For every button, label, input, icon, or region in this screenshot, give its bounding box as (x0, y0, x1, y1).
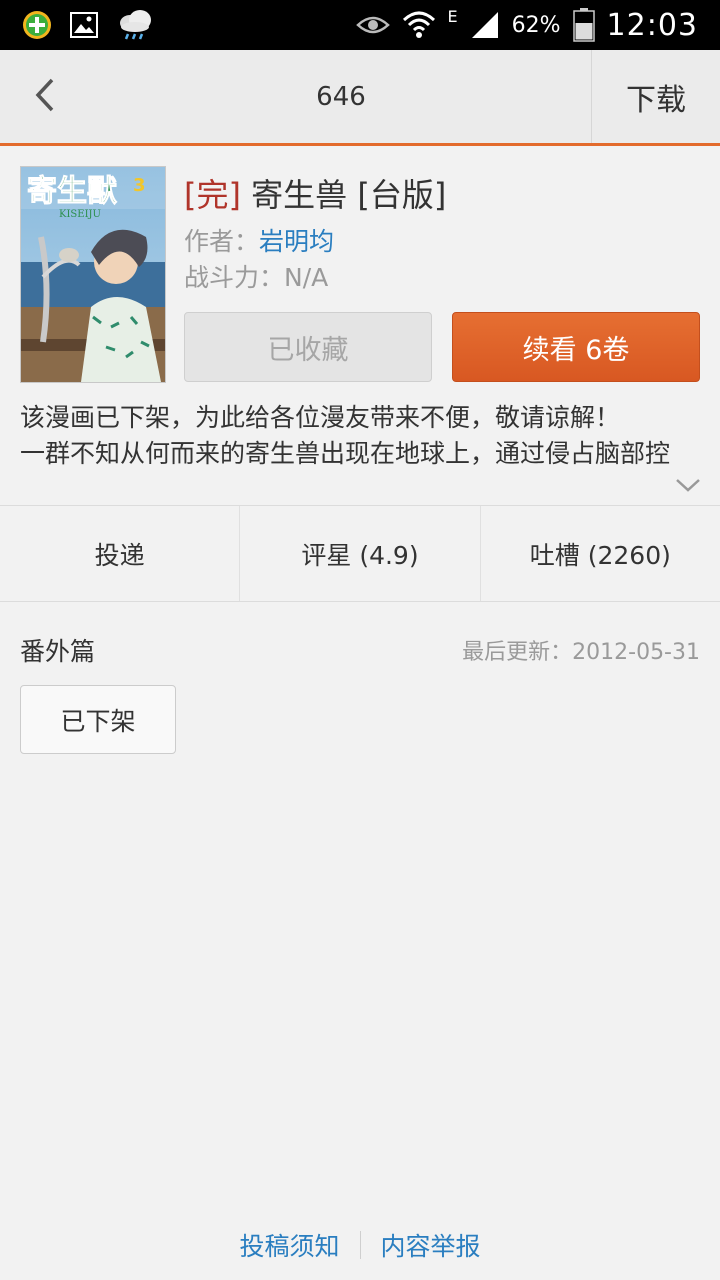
wifi-icon (402, 10, 436, 40)
comments-button[interactable]: 吐槽 (2260) (479, 506, 720, 601)
chevron-down-icon[interactable] (674, 476, 702, 498)
cover-title: 寄生獸 (27, 174, 117, 209)
description-line: 一群不知从何而来的寄生兽出现在地球上，通过侵占脑部控 (20, 439, 671, 468)
download-button[interactable]: 下载 (591, 50, 720, 143)
battery-percent: 62% (511, 12, 561, 38)
book-title-text: 寄生兽 [台版] (251, 176, 447, 214)
signal-icon (470, 10, 500, 40)
clock: 12:03 (606, 7, 698, 43)
action-bar: 投递 评星 (4.9) 吐槽 (2260) (0, 506, 720, 601)
cover-subtitle: KISEIJU (59, 209, 101, 220)
chevron-left-icon (34, 77, 56, 117)
report-content-link[interactable]: 内容举报 (361, 1227, 501, 1263)
submission-guide-link[interactable]: 投稿须知 (219, 1227, 359, 1263)
cover-volume: 3 (133, 175, 146, 196)
submit-button[interactable]: 投递 (0, 506, 239, 601)
power-label: 战斗力： (184, 263, 285, 292)
app-plus-icon (22, 10, 52, 40)
favorited-button[interactable]: 已收藏 (184, 312, 432, 382)
status-bar: E 62% 12:03 (0, 0, 720, 50)
footer: 投稿须知 内容举报 (0, 1225, 720, 1265)
author-row: 作者：岩明均 (184, 222, 334, 258)
continue-reading-button[interactable]: 续看 6卷 (452, 312, 700, 382)
section-title: 番外篇 (20, 637, 96, 666)
description-line: 该漫画已下架，为此给各位漫友带来不便，敬请谅解！ (20, 403, 621, 432)
completion-status-tag: [完] (184, 176, 241, 214)
book-title: [完] 寄生兽 [台版] (184, 170, 446, 216)
page-title: 646 (316, 81, 366, 112)
rating-button[interactable]: 评星 (4.9) (239, 506, 479, 601)
author-link[interactable]: 岩明均 (259, 227, 334, 256)
divider (0, 601, 720, 602)
eye-icon (355, 14, 390, 36)
image-icon (70, 12, 98, 38)
last-update: 最后更新：2012-05-31 (462, 640, 700, 665)
author-label: 作者： (184, 227, 260, 256)
top-bar: 646 下载 (0, 50, 720, 146)
battery-icon (572, 8, 595, 42)
weather-rain-icon (116, 8, 154, 42)
power-row: 战斗力：N/A (184, 258, 328, 294)
network-type: E (447, 6, 458, 26)
book-description: 该漫画已下架，为此给各位漫友带来不便，敬请谅解！ 一群不知从何而来的寄生兽出现在… (20, 400, 700, 472)
back-button[interactable] (0, 50, 90, 143)
comic-cover-image: 寄生獸 3 KISEIJU (20, 166, 166, 383)
chapter-button[interactable]: 已下架 (20, 685, 176, 754)
power-value: N/A (284, 263, 329, 292)
